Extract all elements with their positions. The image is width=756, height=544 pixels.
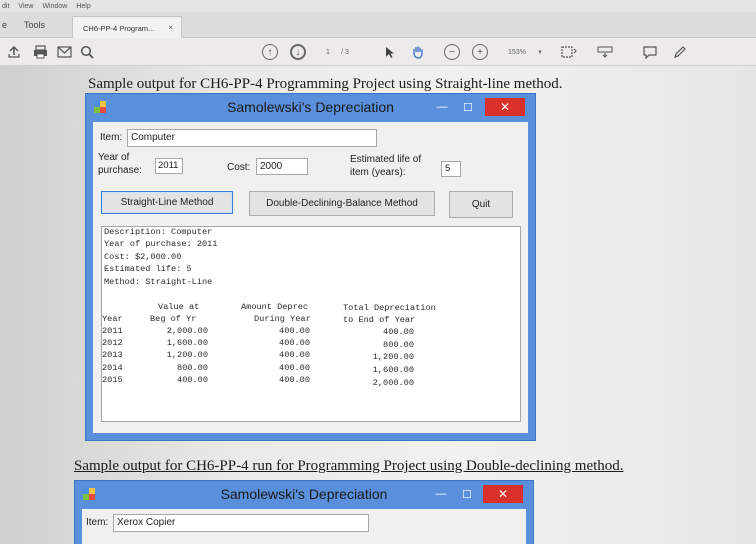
- caption-straight-line: Sample output for CH6-PP-4 Programming P…: [88, 76, 563, 92]
- header-value-2: Beg of Yr: [150, 314, 197, 324]
- row-value: 800.00: [177, 363, 208, 373]
- row-total: 1,200.00: [372, 352, 414, 362]
- row-total: 400.00: [383, 327, 414, 337]
- page-number-input[interactable]: 1: [324, 43, 332, 61]
- row-amount: 400.00: [279, 338, 310, 348]
- straight-line-button[interactable]: Straight-Line Method: [101, 191, 233, 214]
- menu-edit[interactable]: dit: [2, 3, 9, 10]
- depreciation-window: Samolewski's Depreciation — ☐ ✕ Item: Co…: [85, 93, 536, 441]
- tab-bar: e Tools CH6-PP-4 Program... ×: [0, 12, 756, 38]
- output-listbox[interactable]: Description: Computer Year of purchase: …: [101, 226, 521, 422]
- header-total-1: Total Depreciation: [343, 303, 436, 313]
- tab-close-icon[interactable]: ×: [168, 23, 173, 32]
- caption-double-declining: Sample output for CH6-PP-4 run for Progr…: [74, 458, 624, 474]
- output-year-purchase: Year of purchase: 2011: [104, 239, 218, 249]
- header-year: Year: [102, 314, 123, 324]
- close-button-2[interactable]: ✕: [483, 485, 523, 503]
- keyboard-icon[interactable]: [596, 43, 614, 61]
- row-amount: 400.00: [279, 326, 310, 336]
- life-label-1: Estimated life of: [350, 154, 422, 165]
- zoom-dropdown-icon[interactable]: ▾: [536, 43, 544, 61]
- window-2-client: Item: Xerox Copier: [82, 509, 526, 544]
- cost-input[interactable]: 2000: [256, 158, 308, 175]
- tab-document-label: CH6-PP-4 Program...: [83, 24, 155, 33]
- select-cursor-icon[interactable]: [384, 43, 396, 61]
- output-cost: Cost: $2,000.00: [104, 252, 182, 262]
- comment-icon[interactable]: [642, 43, 658, 61]
- row-total: 2,000.00: [372, 378, 414, 388]
- pen-icon[interactable]: [672, 43, 688, 61]
- menu-view[interactable]: View: [18, 3, 33, 10]
- menu-window[interactable]: Window: [42, 3, 67, 10]
- row-total: 800.00: [383, 340, 414, 350]
- share-icon[interactable]: [6, 43, 22, 61]
- zoom-out-icon[interactable]: −: [444, 43, 460, 61]
- window-2-titlebar[interactable]: Samolewski's Depreciation — ☐ ✕: [75, 481, 533, 507]
- row-amount: 400.00: [279, 350, 310, 360]
- item-input-2[interactable]: Xerox Copier: [113, 514, 369, 532]
- zoom-level[interactable]: 153%: [506, 43, 528, 61]
- item-input[interactable]: Computer: [127, 129, 377, 147]
- page-down-icon[interactable]: ↓: [290, 43, 306, 61]
- row-value: 400.00: [177, 375, 208, 385]
- print-icon[interactable]: [32, 43, 48, 61]
- tab-tools[interactable]: Tools: [24, 20, 45, 30]
- minimize-button[interactable]: —: [432, 98, 452, 116]
- maximize-button[interactable]: ☐: [458, 98, 478, 116]
- page-total: / 3: [341, 48, 349, 56]
- hand-tool-icon[interactable]: [410, 43, 426, 61]
- email-icon[interactable]: [56, 43, 72, 61]
- output-estimated-life: Estimated life: 5: [104, 264, 192, 274]
- depreciation-window-2: Samolewski's Depreciation — ☐ ✕ Item: Xe…: [74, 480, 534, 544]
- menu-bar: dit View Window Help: [0, 0, 756, 12]
- row-year: 2012: [102, 338, 123, 348]
- search-icon[interactable]: [79, 43, 95, 61]
- row-year: 2015: [102, 375, 123, 385]
- header-value-1: Value at: [158, 302, 200, 312]
- header-total-2: to End of Year: [343, 315, 416, 325]
- fit-page-icon[interactable]: [560, 43, 578, 61]
- year-label-2: purchase:: [98, 165, 142, 176]
- row-amount: 400.00: [279, 375, 310, 385]
- row-total: 1,600.00: [372, 365, 414, 375]
- toolbar: ↑ ↓ 1 / 3 − + 153% ▾: [0, 38, 756, 66]
- maximize-button-2[interactable]: ☐: [457, 485, 477, 503]
- menu-help[interactable]: Help: [76, 3, 90, 10]
- year-label-1: Year of: [98, 152, 130, 163]
- minimize-button-2[interactable]: —: [431, 485, 451, 503]
- item-label-2: Item:: [86, 517, 109, 528]
- year-input[interactable]: 2011: [155, 158, 183, 174]
- row-value: 2,000.00: [166, 326, 208, 336]
- output-method: Method: Straight-Line: [104, 277, 213, 287]
- row-value: 1,200.00: [166, 350, 208, 360]
- row-year: 2011: [102, 326, 123, 336]
- life-input[interactable]: 5: [441, 161, 461, 177]
- header-amount-2: During Year: [254, 314, 311, 324]
- quit-button[interactable]: Quit: [449, 191, 513, 218]
- window-titlebar[interactable]: Samolewski's Depreciation — ☐ ✕: [86, 94, 535, 120]
- row-amount: 400.00: [279, 363, 310, 373]
- zoom-in-icon[interactable]: +: [472, 43, 488, 61]
- double-declining-button[interactable]: Double-Declining-Balance Method: [249, 191, 435, 216]
- page-up-icon[interactable]: ↑: [262, 43, 278, 61]
- window-client: Item: Computer Year of purchase: 2011 Co…: [93, 122, 528, 433]
- tab-document[interactable]: CH6-PP-4 Program... ×: [72, 16, 182, 38]
- cost-label: Cost:: [227, 162, 251, 173]
- tab-home[interactable]: e: [2, 20, 7, 30]
- close-button[interactable]: ✕: [485, 98, 525, 116]
- row-year: 2014: [102, 363, 123, 373]
- life-label-2: item (years):: [350, 167, 406, 178]
- row-year: 2013: [102, 350, 123, 360]
- header-amount-1: Amount Deprec: [241, 302, 309, 312]
- item-label: Item:: [100, 132, 123, 143]
- output-description: Description: Computer: [104, 227, 213, 237]
- row-value: 1,600.00: [166, 338, 208, 348]
